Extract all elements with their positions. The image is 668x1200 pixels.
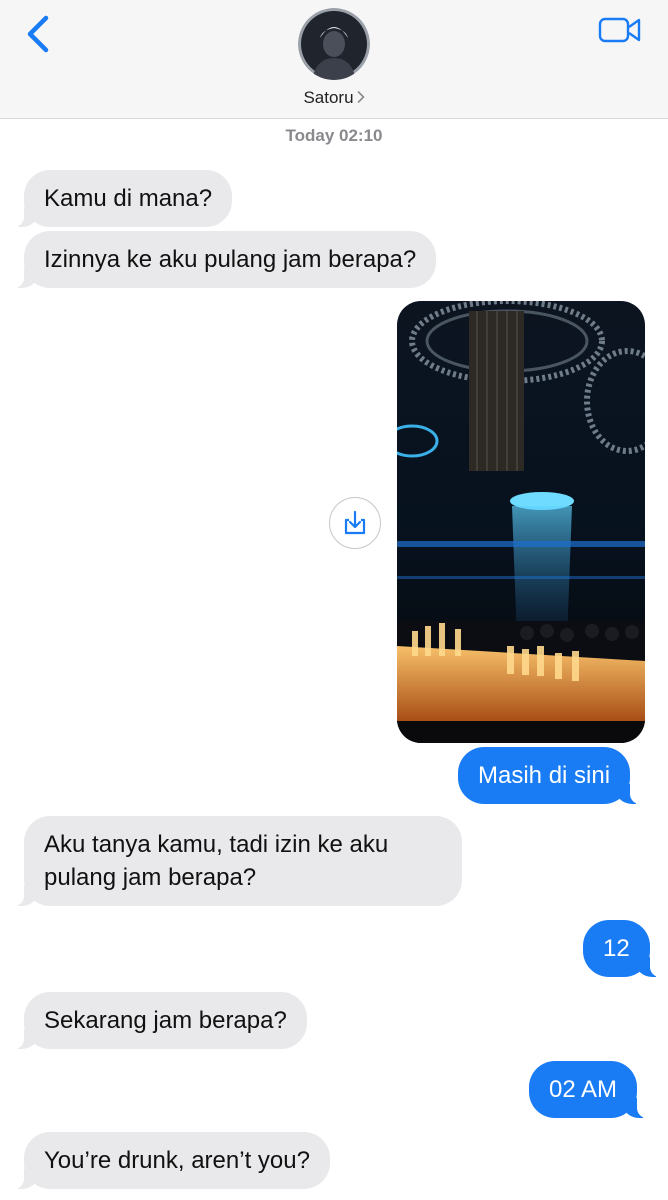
- message-text: Sekarang jam berapa?: [44, 1007, 287, 1034]
- video-camera-icon: [598, 17, 641, 43]
- message-text: 02 AM: [549, 1076, 618, 1103]
- message-text: Masih di sini: [478, 762, 611, 789]
- contact-name-label: Satoru: [303, 88, 354, 107]
- message-text: Kamu di mana?: [44, 185, 213, 212]
- chevron-right-icon: [357, 91, 365, 103]
- incoming-message[interactable]: Kamu di mana?: [3, 170, 233, 227]
- outgoing-message[interactable]: Masih di sini: [458, 747, 651, 804]
- contact-name[interactable]: Satoru: [0, 88, 668, 108]
- outgoing-message[interactable]: 12: [583, 920, 668, 977]
- message-text: Izinnya ke aku pulang jam berapa?: [44, 246, 417, 273]
- conversation-timestamp: Today 02:10: [285, 126, 383, 145]
- download-icon: [344, 510, 366, 535]
- chevron-left-icon: [27, 15, 49, 53]
- conversation-header: Satoru: [0, 0, 668, 119]
- save-image-button[interactable]: [329, 497, 381, 549]
- photo-message[interactable]: [397, 301, 645, 743]
- message-text-line: Aku tanya kamu, tadi izin ke aku: [44, 831, 389, 858]
- incoming-message[interactable]: Aku tanya kamu, tadi izin ke aku pulang …: [4, 816, 462, 906]
- message-text: You’re drunk, aren’t you?: [44, 1147, 310, 1174]
- avatar[interactable]: [298, 8, 370, 80]
- message-text: 12: [603, 935, 630, 962]
- incoming-message[interactable]: You’re drunk, aren’t you?: [4, 1132, 330, 1189]
- video-call-button[interactable]: [598, 16, 642, 44]
- message-text-line: pulang jam berapa?: [44, 864, 257, 891]
- back-button[interactable]: [20, 12, 60, 56]
- nightclub-photo: [397, 301, 645, 743]
- incoming-message[interactable]: Sekarang jam berapa?: [4, 992, 307, 1049]
- incoming-message[interactable]: Izinnya ke aku pulang jam berapa?: [3, 231, 437, 288]
- outgoing-message[interactable]: 02 AM: [529, 1061, 658, 1118]
